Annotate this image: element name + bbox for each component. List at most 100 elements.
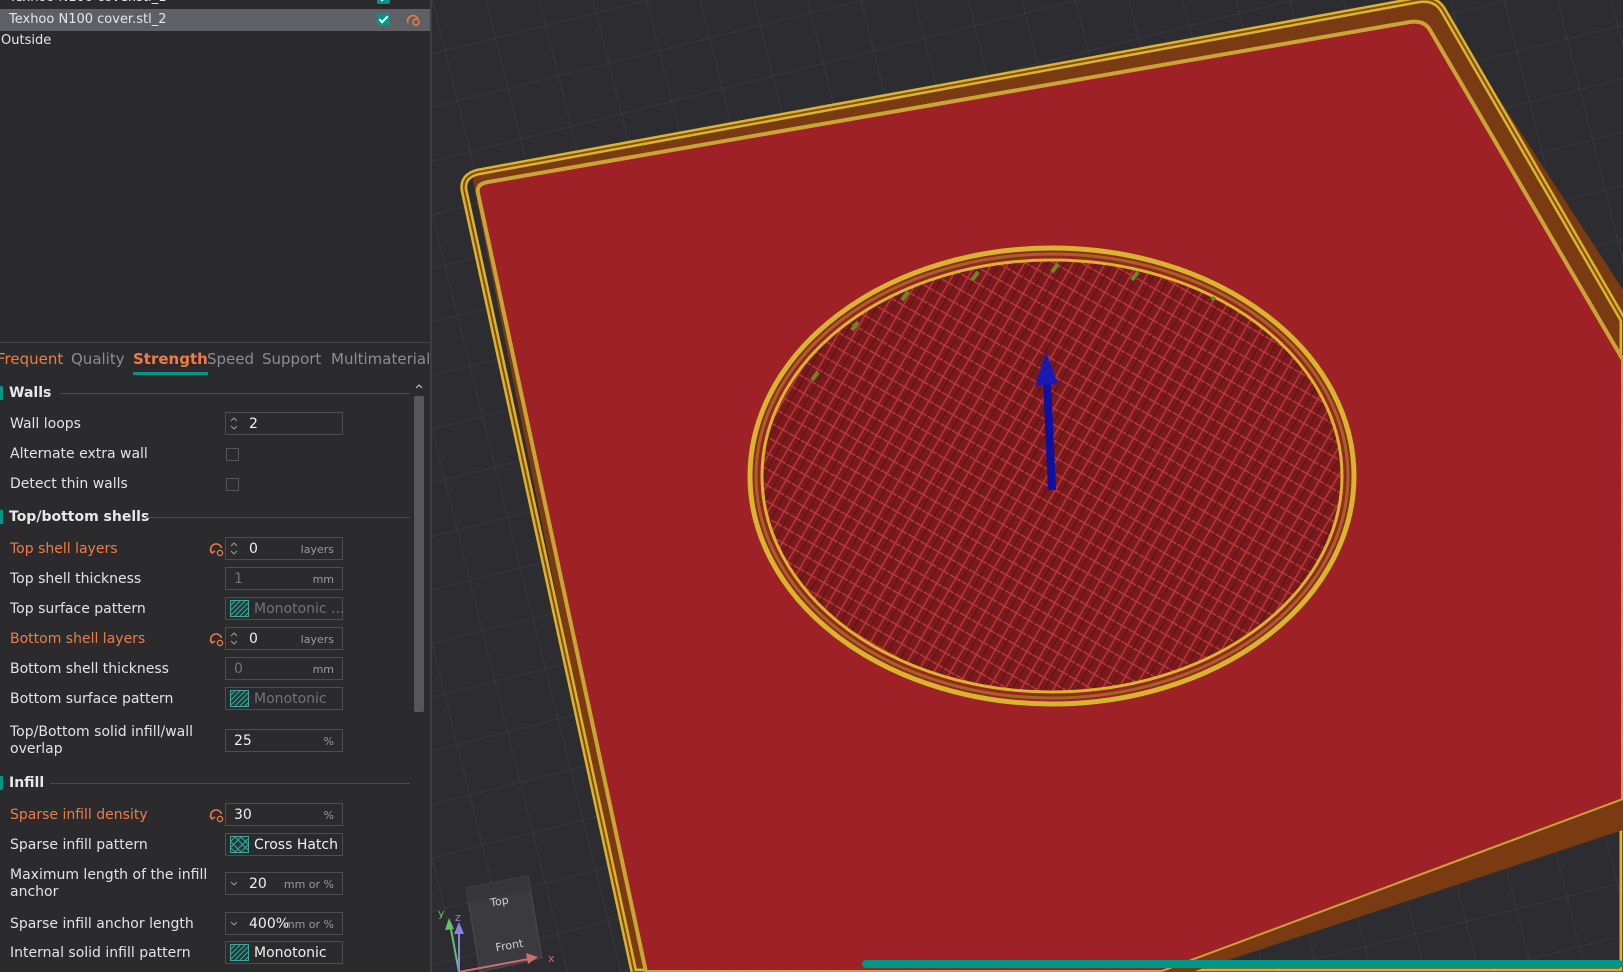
field-unit: mm or % [283,878,334,891]
internal-solid-infill-pattern-select[interactable]: Monotonic [225,941,343,964]
field-unit: mm or % [283,918,334,931]
setting-label-line2: anchor [10,884,59,900]
detect-thin-walls-checkbox[interactable] [226,478,239,491]
object-visible-checkbox[interactable] [377,0,390,4]
field-value: Monotonic [254,945,327,961]
tab-frequent[interactable]: Frequent [0,347,63,371]
spin-arrows-icon[interactable] [229,630,239,647]
tab-speed[interactable]: Speed [207,347,254,371]
monotonic-pattern-icon [230,690,249,707]
bottom-shell-thickness-input[interactable]: 0 mm [225,657,343,680]
field-value: Monotonic [254,691,327,707]
setting-sparse-infill-pattern: Sparse infill pattern Cross Hatch [0,832,410,858]
chevron-down-icon[interactable] [229,875,239,892]
cross-hatch-pattern-icon [230,836,249,853]
tab-strength[interactable]: Strength [133,347,208,375]
field-value: 1 [234,571,243,587]
slicing-progress-bar [862,960,1623,968]
setting-sparse-infill-anchor-length: Sparse infill anchor length 400% mm or % [0,911,410,937]
monotonic-pattern-icon [230,600,249,617]
reset-icon[interactable] [209,542,224,557]
setting-label: Top surface pattern [10,601,146,617]
setting-top-surface-pattern: Top surface pattern Monotonic ... [0,596,410,622]
field-unit: layers [300,543,334,556]
field-unit: % [323,735,334,748]
monotonic-pattern-icon [230,944,249,961]
section-title: Top/bottom shells [9,509,150,525]
tab-multimaterial[interactable]: Multimaterial [331,347,430,371]
sparse-infill-pattern-select[interactable]: Cross Hatch [225,833,343,856]
settings-tabs: Frequent Quality Strength Speed Support … [0,347,430,375]
object-list-item-selected[interactable]: Texhoo N100 cover.stl_2 [0,9,430,31]
setting-label-line1: Maximum length of the infill [10,867,208,883]
object-visible-checkbox[interactable] [377,13,390,26]
scrollbar-thumb[interactable] [414,396,424,712]
setting-internal-solid-infill-pattern: Internal solid infill pattern Monotonic [0,940,410,966]
tab-quality[interactable]: Quality [71,347,125,371]
object-name: Texhoo N100 cover.stl_1 [9,0,166,9]
setting-label: Top shell thickness [10,571,142,587]
3d-viewport[interactable]: Top Front x y z [432,0,1623,972]
setting-label-line1: Top/Bottom solid infill/wall [10,724,194,740]
setting-label: Wall loops [10,416,81,432]
setting-solid-infill-wall-overlap: Top/Bottom solid infill/wall overlap 25 % [0,724,410,757]
setting-label: Top/Bottom solid infill/wall overlap [10,724,193,758]
field-value: 30 [234,807,252,823]
top-shell-thickness-input[interactable]: 1 mm [225,567,343,590]
section-marker [0,510,3,524]
sliced-part[interactable] [460,0,1623,972]
x-axis-label: x [548,952,555,965]
top-surface-pattern-select[interactable]: Monotonic ... [225,597,344,620]
setting-label: Sparse infill anchor length [10,916,194,932]
z-axis-label: z [455,911,461,924]
reset-icon[interactable] [209,632,224,647]
outside-label: Outside [1,33,52,48]
top-shell-layers-input[interactable]: 0 layers [225,537,343,560]
setting-label: Internal solid infill pattern [10,945,191,961]
y-axis-label: y [438,907,445,920]
viewport-canvas[interactable]: Top Front x y z [432,0,1623,972]
spin-arrows-icon[interactable] [229,540,239,557]
gizmo-shaft [1043,381,1056,491]
field-unit: mm [312,663,334,676]
chevron-down-icon[interactable] [229,915,239,932]
setting-label-line2: overlap [10,741,63,757]
scroll-up-arrow-icon[interactable] [413,380,425,392]
setting-alternate-extra-wall: Alternate extra wall [0,441,410,467]
max-infill-anchor-combo[interactable]: 20 mm or % [225,872,343,895]
field-unit: % [323,809,334,822]
setting-max-infill-anchor: Maximum length of the infill anchor 20 mm… [0,867,410,900]
bottom-shell-layers-input[interactable]: 0 layers [225,627,343,650]
object-list-item[interactable]: Texhoo N100 cover.stl_1 [0,0,430,9]
alternate-extra-wall-checkbox[interactable] [226,448,239,461]
field-value: 20 [249,876,267,892]
setting-label: Maximum length of the infill anchor [10,867,207,901]
setting-top-shell-thickness: Top shell thickness 1 mm [0,566,410,592]
setting-label: Alternate extra wall [10,446,148,462]
solid-infill-wall-overlap-input[interactable]: 25 % [225,729,343,752]
setting-detect-thin-walls: Detect thin walls [0,471,410,497]
custom-settings-icon[interactable] [406,12,420,26]
setting-label: Detect thin walls [10,476,128,492]
section-rule [50,783,410,784]
setting-top-shell-layers: Top shell layers 0 layers [0,536,410,562]
spin-arrows-icon[interactable] [229,415,239,432]
setting-sparse-infill-density: Sparse infill density 30 % [0,802,410,828]
bottom-surface-pattern-select[interactable]: Monotonic [225,687,343,710]
section-rule [146,517,410,518]
sparse-infill-density-input[interactable]: 30 % [225,803,343,826]
wall-loops-input[interactable]: 2 [225,412,343,435]
section-marker [0,776,3,790]
section-infill: Infill [0,773,410,793]
setting-label: Bottom shell layers [10,631,146,647]
setting-bottom-surface-pattern: Bottom surface pattern Monotonic [0,686,410,712]
field-value: 25 [234,733,252,749]
section-title: Infill [9,775,45,791]
setting-label: Bottom surface pattern [10,691,174,707]
setting-wall-loops: Wall loops 2 [0,411,410,437]
sparse-infill-anchor-length-combo[interactable]: 400% mm or % [225,912,343,935]
setting-label: Sparse infill density [10,807,148,823]
tab-support[interactable]: Support [262,347,321,371]
setting-label: Bottom shell thickness [10,661,169,677]
reset-icon[interactable] [209,808,224,823]
